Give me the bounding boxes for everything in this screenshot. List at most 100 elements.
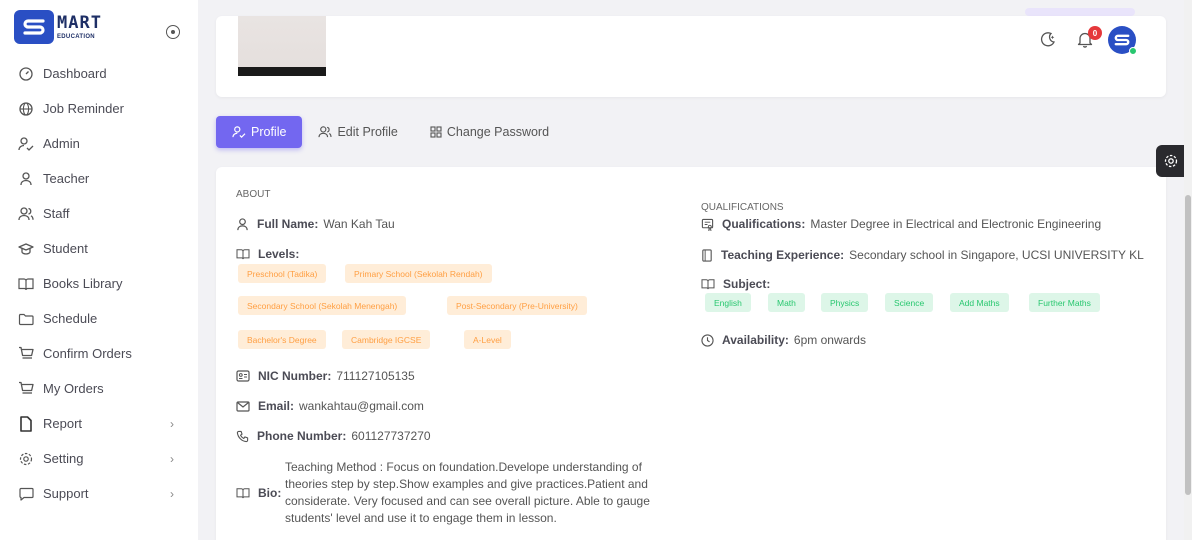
sidebar-item-label: My Orders	[43, 381, 104, 396]
scrollbar-thumb[interactable]	[1185, 195, 1191, 495]
sidebar-item-student[interactable]: Student	[0, 231, 198, 266]
field-label: Email:	[258, 399, 295, 413]
qualifications-section-title: QUALIFICATIONS	[701, 202, 784, 213]
tab-change-password[interactable]: Change Password	[414, 116, 565, 148]
sidebar-item-admin[interactable]: Admin	[0, 126, 198, 161]
sidebar-item-label: Dashboard	[43, 66, 107, 81]
level-chip: Bachelor's Degree	[238, 330, 326, 349]
subject-chip: Physics	[821, 293, 869, 312]
email-field: Email: wankahtau@gmail.com	[236, 399, 424, 413]
sidebar-item-label: Schedule	[43, 311, 98, 326]
chevron-right-icon: ›	[170, 451, 174, 466]
phone-value: 601127737270	[351, 429, 431, 443]
qualifications-value: Master Degree in Electrical and Electron…	[810, 217, 1102, 231]
sidebar-item-label: Support	[43, 486, 89, 501]
globe-icon	[18, 101, 34, 117]
full-name-value: Wan Kah Tau	[323, 217, 395, 231]
sidebar-menu: Dashboard Job Reminder Admin Teacher Sta…	[0, 56, 198, 511]
theme-settings-button[interactable]	[1156, 145, 1186, 177]
qualifications-field: Qualifications: Master Degree in Electri…	[701, 217, 1101, 231]
user-icon	[237, 217, 248, 230]
sidebar-item-setting[interactable]: Setting ›	[0, 441, 198, 476]
sidebar-item-label: Teacher	[43, 171, 90, 186]
bio-field: Bio:	[236, 486, 286, 500]
sidebar-item-label: Setting	[43, 451, 84, 466]
gauge-icon	[18, 66, 34, 82]
certificate-icon	[701, 218, 714, 231]
level-chip: Primary School (Sekolah Rendah)	[345, 264, 492, 283]
sidebar-item-dashboard[interactable]: Dashboard	[0, 56, 198, 91]
subject-chip: Math	[768, 293, 805, 312]
id-card-icon	[236, 370, 250, 382]
bio-value: Teaching Method : Focus on foundation.De…	[285, 460, 650, 525]
subject-field: Subject:	[701, 277, 775, 291]
cart-icon	[18, 381, 34, 397]
sidebar-item-my-orders[interactable]: My Orders	[0, 371, 198, 406]
notebook-icon	[702, 248, 712, 262]
logo-mark-icon	[14, 10, 54, 44]
availability-value: 6pm onwards	[793, 333, 866, 347]
field-label: Full Name:	[257, 217, 319, 231]
phone-field: Phone Number: 601127737270	[236, 429, 431, 443]
field-label: Phone Number:	[257, 429, 347, 443]
graduation-cap-icon	[18, 241, 34, 257]
sidebar: MART EDUCATION Dashboard Job Reminder Ad…	[0, 0, 198, 540]
profile-header-card: 0	[216, 16, 1166, 97]
subject-chip: Science	[885, 293, 934, 312]
sidebar-item-staff[interactable]: Staff	[0, 196, 198, 231]
sidebar-item-books-library[interactable]: Books Library	[0, 266, 198, 301]
full-name-field: Full Name: Wan Kah Tau	[236, 217, 395, 231]
moon-icon[interactable]	[1039, 30, 1057, 53]
nic-field: NIC Number: 711127105135	[236, 369, 415, 383]
tab-label: Profile	[251, 125, 287, 139]
level-chip: Secondary School (Sekolah Menengah)	[238, 296, 407, 315]
user-check-icon	[18, 136, 34, 152]
chevron-right-icon: ›	[170, 486, 174, 501]
folder-icon	[18, 311, 34, 327]
header-glow	[1025, 8, 1135, 16]
sidebar-item-label: Books Library	[43, 276, 123, 291]
sidebar-item-label: Report	[43, 416, 83, 431]
tab-profile[interactable]: Profile	[216, 116, 303, 148]
app-logo[interactable]: MART EDUCATION	[14, 10, 102, 44]
sidebar-item-confirm-orders[interactable]: Confirm Orders	[0, 336, 198, 371]
level-chip: Preschool (Tadika)	[238, 264, 327, 283]
user-check-icon	[232, 126, 246, 138]
about-section-title: ABOUT	[236, 189, 271, 200]
sidebar-item-report[interactable]: Report ›	[0, 406, 198, 441]
chat-icon	[18, 486, 34, 502]
book-open-icon	[701, 279, 715, 290]
field-label: Bio:	[258, 486, 282, 500]
mail-icon	[236, 400, 250, 412]
field-label: Levels:	[258, 247, 300, 261]
level-chip: Post-Secondary (Pre-University)	[447, 296, 587, 315]
page-scrollbar[interactable]	[1184, 0, 1192, 540]
sidebar-item-schedule[interactable]: Schedule	[0, 301, 198, 336]
sidebar-item-teacher[interactable]: Teacher	[0, 161, 198, 196]
cart-icon	[18, 346, 34, 362]
gear-icon	[18, 451, 34, 467]
sidebar-item-support[interactable]: Support ›	[0, 476, 198, 511]
chevron-right-icon: ›	[170, 416, 174, 431]
sidebar-item-job-reminder[interactable]: Job Reminder	[0, 91, 198, 126]
users-icon	[18, 206, 34, 222]
sidebar-item-label: Confirm Orders	[43, 346, 132, 361]
sidebar-collapse-icon[interactable]	[166, 25, 180, 39]
tab-label: Change Password	[446, 125, 550, 139]
email-value: wankahtau@gmail.com	[299, 399, 424, 413]
gear-icon	[1164, 154, 1178, 168]
profile-tabs: Profile Edit Profile Change Password	[216, 116, 565, 148]
level-chip: A-Level	[464, 330, 511, 349]
field-label: Teaching Experience:	[721, 248, 845, 262]
nic-value: 711127105135	[336, 369, 415, 383]
teaching-experience-field: Teaching Experience: Secondary school in…	[701, 248, 1144, 262]
sidebar-item-label: Job Reminder	[43, 101, 124, 116]
field-label: Availability:	[722, 333, 789, 347]
logo-subtitle: EDUCATION	[57, 33, 95, 40]
grid-icon	[430, 126, 442, 138]
header-actions: 0	[966, 16, 1166, 68]
field-label: Subject:	[723, 277, 771, 291]
book-open-icon	[236, 488, 250, 499]
tab-edit-profile[interactable]: Edit Profile	[302, 116, 413, 148]
notification-badge: 0	[1088, 26, 1102, 40]
